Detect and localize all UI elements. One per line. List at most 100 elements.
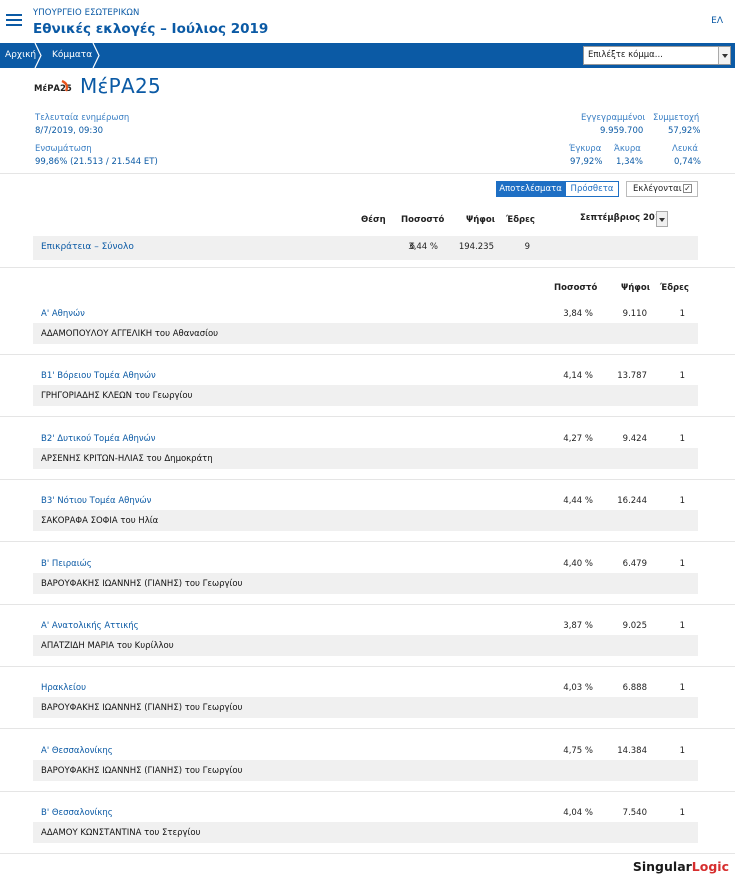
district-seats: 1	[679, 808, 685, 818]
col-header-votes: Ψήφοι	[466, 215, 496, 225]
district-percent: 4,14 %	[563, 371, 593, 381]
candidate-row: ΑΡΣΕΝΗΣ ΚΡΙΤΩΝ-ΗΛΙΑΣ του Δημοκράτη	[33, 448, 698, 469]
elected-label: Εκλέγονται	[633, 184, 682, 194]
candidate-row: ΑΔΑΜΟΥ ΚΩΝΣΤΑΝΤΙΝΑ του Στεργίου	[33, 822, 698, 843]
divider	[0, 173, 735, 174]
ministry-name: ΥΠΟΥΡΓΕΙΟ ΕΣΩΤΕΡΙΚΩΝ	[33, 8, 140, 18]
divider	[0, 267, 735, 268]
breadcrumb: Αρχική Κόμματα Επιλέξτε κόμμα...	[0, 43, 735, 68]
candidate-row: ΒΑΡΟΥΦΑΚΗΣ ΙΩΑΝΝΗΣ (ΓΙΑΝΗΣ) του Γεωργίου	[33, 573, 698, 594]
district-seats: 1	[679, 434, 685, 444]
district-row: Β2' Δυτικού Τομέα Αθηνών 4,27 % 9.424 1 ΑΡΣΕ…	[33, 431, 698, 493]
checkmark-icon: ✓	[683, 184, 692, 193]
district-percent: 4,03 %	[563, 683, 593, 693]
turnout-value: 57,92%	[668, 126, 701, 136]
district-name[interactable]: Ηρακλείου	[41, 683, 86, 693]
district-votes: 6.888	[622, 683, 647, 693]
divider	[0, 479, 735, 480]
brand-main: Singular	[632, 859, 692, 874]
district-row: Β1' Βόρειου Τομέα Αθηνών 4,14 % 13.787 1 ΓΡΗ…	[33, 368, 698, 430]
district-percent: 4,04 %	[563, 808, 593, 818]
total-row: Επικράτεια – Σύνολο 6 3,44 % 194.235 9	[33, 236, 698, 260]
district-name[interactable]: Β1' Βόρειου Τομέα Αθηνών	[41, 371, 156, 381]
district-votes: 7.540	[622, 808, 647, 818]
hamburger-menu-icon[interactable]	[6, 14, 22, 28]
period-select-dropdown[interactable]: Σεπτέμβριος 2015	[580, 211, 668, 228]
district-name[interactable]: Β' Πειραιώς	[41, 559, 92, 569]
divider	[0, 666, 735, 667]
candidate-name: ΒΑΡΟΥΦΑΚΗΣ ΙΩΑΝΝΗΣ (ΓΙΑΝΗΣ) του Γεωργίου	[41, 766, 243, 776]
candidate-row: ΑΠΑΤΖΙΔΗ ΜΑΡΙΑ του Κυρίλλου	[33, 635, 698, 656]
divider	[0, 853, 735, 854]
candidate-name: ΓΡΗΓΟΡΙΑΔΗΣ ΚΛΕΩΝ του Γεωργίου	[41, 391, 193, 401]
last-update-value: 8/7/2019, 09:30	[35, 126, 104, 136]
district-row: Α' Ανατολικής Αττικής 3,87 % 9.025 1 ΑΠΑΤΖΙΔ…	[33, 618, 698, 680]
candidate-name: ΑΔΑΜΟΠΟΥΛΟΥ ΑΓΓΕΛΙΚΗ του Αθανασίου	[41, 329, 219, 339]
last-update-label: Τελευταία ενημέρωση	[35, 113, 130, 123]
district-name[interactable]: Α' Θεσσαλονίκης	[41, 746, 113, 756]
district-name[interactable]: Β' Θεσσαλονίκης	[41, 808, 113, 818]
district-percent: 4,40 %	[563, 559, 593, 569]
col-header-district-seats: Έδρες	[660, 283, 689, 293]
district-row: Β3' Νότιου Τομέα Αθηνών 4,44 % 16.244 1 ΣΑΚΟ…	[33, 493, 698, 555]
district-percent: 4,27 %	[563, 434, 593, 444]
district-row: Β' Θεσσαλονίκης 4,04 % 7.540 1 ΑΔΑΜΟΥ ΚΩΝΣΤΑ…	[33, 805, 698, 867]
total-votes: 194.235	[458, 242, 494, 252]
divider	[0, 416, 735, 417]
candidate-row: ΑΔΑΜΟΠΟΥΛΟΥ ΑΓΓΕΛΙΚΗ του Αθανασίου	[33, 323, 698, 344]
blank-value: 0,74%	[674, 157, 702, 167]
total-seats: 9	[524, 242, 530, 252]
chevron-right-icon	[34, 43, 42, 68]
district-name[interactable]: Β2' Δυτικού Τομέα Αθηνών	[41, 434, 156, 444]
breadcrumb-home[interactable]: Αρχική	[5, 43, 36, 68]
district-name[interactable]: Α' Ανατολικής Αττικής	[41, 621, 139, 631]
district-votes: 9.424	[622, 434, 647, 444]
candidate-name: ΒΑΡΟΥΦΑΚΗΣ ΙΩΑΝΝΗΣ (ΓΙΑΝΗΣ) του Γεωργίου	[41, 703, 243, 713]
district-seats: 1	[679, 309, 685, 319]
divider	[0, 354, 735, 355]
col-header-percent: Ποσοστό	[401, 215, 445, 225]
candidate-row: ΒΑΡΟΥΦΑΚΗΣ ΙΩΑΝΝΗΣ (ΓΙΑΝΗΣ) του Γεωργίου	[33, 697, 698, 718]
singularlogic-logo[interactable]: SingularLogic	[633, 859, 729, 874]
party-select-placeholder: Επιλέξτε κόμμα...	[588, 50, 663, 60]
district-name[interactable]: Β3' Νότιου Τομέα Αθηνών	[41, 496, 151, 506]
integration-label: Ενσωμάτωση	[35, 144, 92, 154]
chevron-down-icon	[718, 47, 730, 64]
district-votes: 13.787	[617, 371, 647, 381]
candidate-row: ΓΡΗΓΟΡΙΑΔΗΣ ΚΛΕΩΝ του Γεωργίου	[33, 385, 698, 406]
district-name[interactable]: Α' Αθηνών	[41, 309, 85, 319]
candidate-name: ΑΡΣΕΝΗΣ ΚΡΙΤΩΝ-ΗΛΙΑΣ του Δημοκράτη	[41, 454, 213, 464]
col-header-district-percent: Ποσοστό	[554, 283, 598, 293]
candidate-name: ΣΑΚΟΡΑΦΑ ΣΟΦΙΑ του Ηλία	[41, 516, 159, 526]
district-percent: 4,44 %	[563, 496, 593, 506]
district-row: Β' Πειραιώς 4,40 % 6.479 1 ΒΑΡΟΥΦΑΚΗΣ ΙΩΑΝΝΗ…	[33, 556, 698, 618]
divider	[0, 541, 735, 542]
party-select-dropdown[interactable]: Επιλέξτε κόμμα...	[583, 46, 731, 65]
brand-accent: Logic	[691, 859, 729, 874]
top-header: ΥΠΟΥΡΓΕΙΟ ΕΣΩΤΕΡΙΚΩΝ Εθνικές εκλογές – Ι…	[0, 0, 735, 43]
total-label[interactable]: Επικράτεια – Σύνολο	[41, 242, 134, 252]
district-row: Α' Θεσσαλονίκης 4,75 % 14.384 1 ΒΑΡΟΥΦΑΚΗΣ Ι…	[33, 743, 698, 805]
district-votes: 9.025	[622, 621, 647, 631]
col-header-seats: Έδρες	[506, 215, 535, 225]
district-seats: 1	[679, 496, 685, 506]
district-row: Α' Αθηνών 3,84 % 9.110 1 ΑΔΑΜΟΠΟΥΛΟΥ ΑΓΓΕΛΙΚ…	[33, 306, 698, 368]
language-switch[interactable]: ΕΛ	[711, 16, 723, 26]
integration-value: 99,86% (21.513 / 21.544 ΕΤ)	[35, 157, 158, 167]
chevron-down-icon	[656, 211, 668, 227]
divider	[0, 604, 735, 605]
tab-extra[interactable]: Πρόσθετα	[565, 181, 619, 197]
registered-value: 9.959.700	[600, 126, 644, 136]
turnout-label: Συμμετοχή	[653, 113, 700, 123]
district-votes: 9.110	[622, 309, 647, 319]
tab-results[interactable]: Αποτελέσματα	[496, 181, 565, 197]
invalid-label: Άκυρα	[614, 144, 641, 154]
elected-checkbox[interactable]: Εκλέγονται ✓	[626, 181, 698, 197]
chevron-right-icon	[92, 43, 100, 68]
registered-label: Εγγεγραμμένοι	[581, 113, 646, 123]
district-votes: 16.244	[617, 496, 647, 506]
divider	[0, 728, 735, 729]
valid-value: 97,92%	[570, 157, 603, 167]
breadcrumb-parties[interactable]: Κόμματα	[52, 43, 92, 68]
blank-label: Λευκά	[672, 144, 698, 154]
